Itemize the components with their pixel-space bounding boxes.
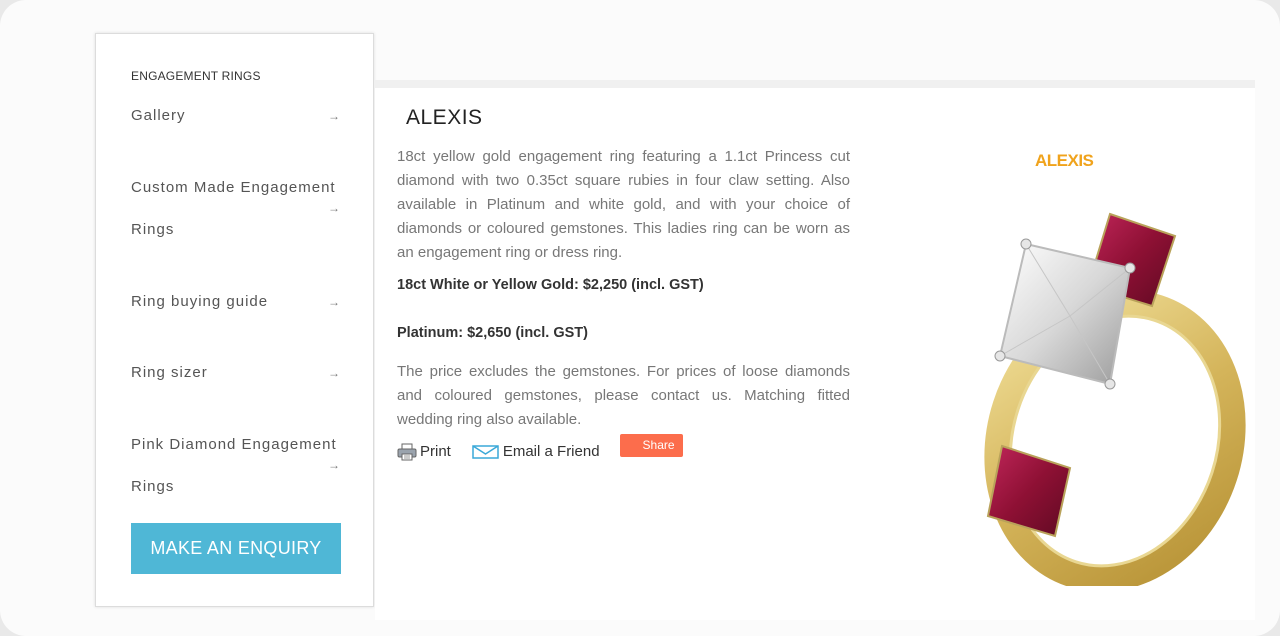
arrow-right-icon: → [328, 201, 341, 215]
share-button[interactable]: Share [619, 434, 683, 457]
sidebar-item-label: Ring sizer [131, 364, 208, 381]
sidebar-item-label: Custom Made Engagement Rings [131, 179, 336, 238]
sidebar-item-custom-made[interactable]: Custom Made Engagement Rings → [131, 167, 341, 251]
sidebar-item-gallery[interactable]: Gallery → [131, 95, 341, 137]
sidebar-item-label: Ring buying guide [131, 293, 269, 310]
image-title: ALEXIS [1035, 151, 1094, 170]
price-platinum: Platinum: $2,650 (incl. GST) [397, 325, 588, 341]
page-frame: ENGAGEMENT RINGS Gallery → Custom Made E… [0, 0, 1280, 636]
make-enquiry-button[interactable]: MAKE AN ENQUIRY [131, 523, 341, 574]
printer-icon [397, 443, 417, 460]
sidebar-item-pink-diamond[interactable]: Pink Diamond Engagement Rings → [131, 424, 341, 508]
arrow-right-icon: → [328, 295, 341, 309]
sidebar-item-ring-buying-guide[interactable]: Ring buying guide → [131, 281, 341, 323]
product-description: 18ct yellow gold engagement ring featuri… [397, 148, 850, 261]
price-gold: 18ct White or Yellow Gold: $2,250 (incl.… [397, 277, 704, 293]
email-friend-link[interactable]: Email a Friend [472, 443, 600, 460]
sidebar-item-ring-sizer[interactable]: Ring sizer → [131, 352, 341, 394]
sidebar-item-label: Pink Diamond Engagement Rings [131, 436, 337, 495]
arrow-right-icon: → [328, 458, 341, 472]
email-label: Email a Friend [502, 443, 600, 460]
arrow-right-icon: → [328, 109, 341, 123]
arrow-right-icon: → [328, 366, 341, 380]
print-link[interactable]: Print [397, 443, 451, 461]
product-actions: Print Email a Friend Share [397, 434, 683, 463]
envelope-icon [472, 444, 499, 459]
sidebar: ENGAGEMENT RINGS Gallery → Custom Made E… [95, 33, 374, 607]
ring-image [984, 212, 1246, 586]
print-label: Print [420, 443, 451, 460]
sidebar-item-label: Gallery [131, 107, 186, 124]
product-panel: ALEXIS 18ct yellow gold engagement ring … [375, 80, 1255, 620]
sidebar-heading: ENGAGEMENT RINGS [131, 69, 261, 83]
product-title: ALEXIS [406, 106, 483, 129]
price-note: The price excludes the gemstones. For pr… [397, 363, 850, 428]
